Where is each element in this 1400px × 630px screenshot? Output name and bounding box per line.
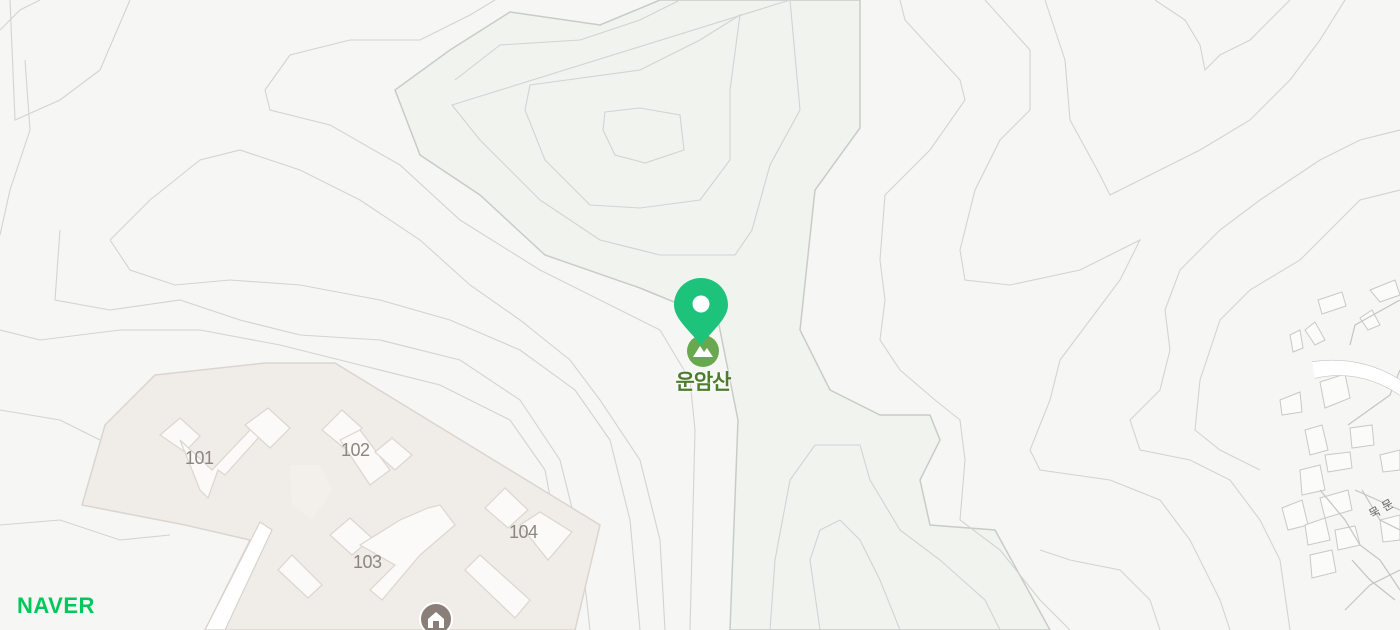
map-canvas[interactable]: 101 102 103 104 묵 문 운암산 NAVER: [0, 0, 1400, 630]
location-pin-icon[interactable]: [672, 276, 730, 350]
building-label-102: 102: [341, 440, 370, 460]
naver-logo: NAVER: [17, 593, 95, 618]
building-poi-icon[interactable]: [418, 601, 454, 630]
building-label-101: 101: [185, 448, 214, 468]
peak-name-label[interactable]: 운암산: [668, 366, 738, 396]
building-label-104: 104: [509, 522, 538, 542]
building-label-103: 103: [353, 552, 382, 572]
